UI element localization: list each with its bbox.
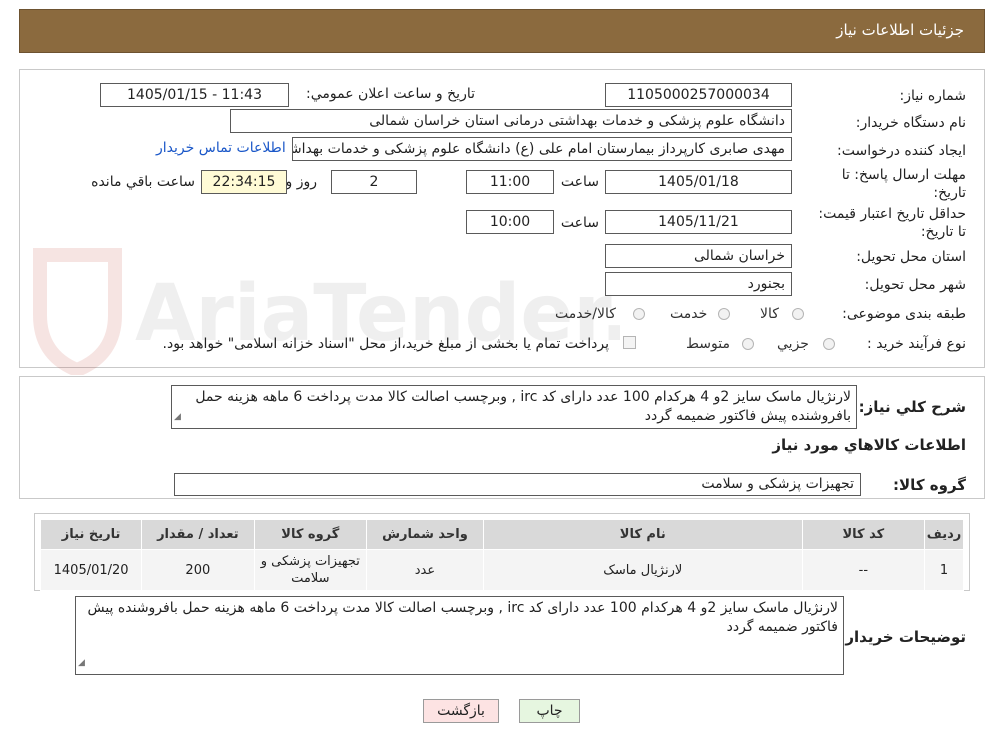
col-header-date: تاريخ نياز bbox=[39, 519, 143, 550]
treasury-payment-checkbox[interactable] bbox=[623, 336, 636, 349]
items-table: رديف کد کالا نام کالا واحد شمارش گروه کا… bbox=[39, 519, 964, 591]
category-radio-goods-service[interactable] bbox=[633, 308, 645, 320]
validity-time-field[interactable]: 10:00 bbox=[466, 210, 554, 234]
announce-label: تاریخ و ساعت اعلان عمومي: bbox=[306, 86, 475, 102]
summary-textarea[interactable]: لارنژیال ماسک سایز 2و 4 هرکدام 100 عدد د… bbox=[171, 385, 857, 429]
buyer-notes-textarea[interactable]: لارنژیال ماسک سایز 2و 4 هرکدام 100 عدد د… bbox=[75, 596, 844, 675]
process-option-medium: متوسط bbox=[686, 336, 730, 352]
resize-handle-icon[interactable]: ◢ bbox=[174, 408, 181, 427]
buyer-notes-label: توضيحات خريدار: bbox=[839, 628, 966, 646]
page-header: جزئیات اطلاعات نیاز bbox=[19, 9, 985, 53]
process-radio-minor[interactable] bbox=[823, 338, 835, 350]
buyer-notes-text: لارنژیال ماسک سایز 2و 4 هرکدام 100 عدد د… bbox=[87, 600, 838, 635]
creator-field[interactable]: مهدی صابری کارپرداز بیمارستان امام علی (… bbox=[292, 137, 792, 161]
buyer-org-field[interactable]: دانشگاه علوم پزشکی و خدمات بهداشتی درمان… bbox=[230, 109, 792, 133]
validity-time-label: ساعت bbox=[560, 215, 599, 231]
deadline-time-label: ساعت bbox=[560, 174, 599, 190]
cell-row-no: 1 bbox=[924, 549, 964, 591]
validity-label: حداقل تاريخ اعتبار قيمت: تا تاريخ: bbox=[818, 206, 966, 240]
category-option-goods-service: کالا/خدمت bbox=[555, 306, 616, 322]
cell-group: تجهیزات پزشکی و سلامت bbox=[253, 549, 368, 591]
col-header-group: گروه کالا bbox=[253, 519, 368, 550]
items-table-container: رديف کد کالا نام کالا واحد شمارش گروه کا… bbox=[34, 513, 970, 591]
category-option-goods: کالا bbox=[760, 306, 779, 322]
days-label: روز و bbox=[285, 174, 318, 190]
deadline-label: مهلت ارسال پاسخ: تا تاريخ: bbox=[841, 167, 966, 201]
cell-code: -- bbox=[801, 549, 926, 591]
process-radio-medium[interactable] bbox=[742, 338, 754, 350]
process-label: نوع فرآيند خريد : bbox=[867, 336, 966, 352]
summary-label: شرح کلي نياز: bbox=[858, 398, 966, 416]
col-header-unit: واحد شمارش bbox=[366, 519, 484, 550]
process-option-minor: جزيي bbox=[777, 336, 809, 352]
col-header-code: کد کالا bbox=[801, 519, 926, 550]
buyer-org-label: نام دستگاه خريدار: bbox=[855, 115, 966, 131]
contact-buyer-link[interactable]: اطلاعات تماس خريدار bbox=[156, 140, 286, 156]
col-header-row-no: رديف bbox=[924, 519, 964, 550]
city-field[interactable]: بجنورد bbox=[605, 272, 792, 296]
remaining-label: ساعت باقي مانده bbox=[91, 174, 195, 190]
goods-group-field[interactable]: تجهیزات پزشکی و سلامت bbox=[174, 473, 861, 496]
page-title: جزئیات اطلاعات نیاز bbox=[836, 21, 964, 39]
days-remaining-field[interactable]: 2 bbox=[331, 170, 417, 194]
back-button[interactable]: بازگشت bbox=[423, 699, 499, 723]
table-row[interactable]: 1 -- لارنژیال ماسک عدد تجهیزات پزشکی و س… bbox=[39, 549, 964, 591]
deadline-time-field[interactable]: 11:00 bbox=[466, 170, 554, 194]
table-header-row: رديف کد کالا نام کالا واحد شمارش گروه کا… bbox=[39, 519, 964, 550]
cell-name: لارنژیال ماسک bbox=[482, 549, 803, 591]
goods-section-title: اطلاعات کالاهاي مورد نياز bbox=[772, 436, 966, 454]
validity-date-field[interactable]: 1405/11/21 bbox=[605, 210, 792, 234]
summary-text: لارنژیال ماسک سایز 2و 4 هرکدام 100 عدد د… bbox=[195, 389, 851, 424]
remaining-time-field[interactable]: 22:34:15 bbox=[201, 170, 287, 194]
city-label: شهر محل تحويل: bbox=[864, 277, 966, 293]
payment-note: پرداخت تمام یا بخشی از مبلغ خرید،از محل … bbox=[162, 336, 609, 352]
category-radio-goods[interactable] bbox=[792, 308, 804, 320]
cell-qty: 200 bbox=[141, 549, 255, 591]
col-header-qty: تعداد / مقدار bbox=[141, 519, 255, 550]
goods-group-label: گروه کالا: bbox=[893, 476, 966, 494]
category-radio-service[interactable] bbox=[718, 308, 730, 320]
resize-handle-icon[interactable]: ◢ bbox=[78, 654, 85, 673]
creator-label: ايجاد کننده درخواست: bbox=[837, 143, 966, 159]
province-field[interactable]: خراسان شمالی bbox=[605, 244, 792, 268]
province-label: استان محل تحويل: bbox=[856, 249, 966, 265]
cell-unit: عدد bbox=[366, 549, 484, 591]
need-number-field[interactable]: 1105000257000034 bbox=[605, 83, 792, 107]
need-number-label: شماره نیاز: bbox=[899, 88, 967, 104]
category-label: طبقه بندی موضوعی: bbox=[842, 306, 966, 322]
print-button[interactable]: چاپ bbox=[519, 699, 580, 723]
announce-field[interactable]: 1405/01/15 - 11:43 bbox=[100, 83, 289, 107]
category-option-service: خدمت bbox=[670, 306, 708, 322]
col-header-name: نام کالا bbox=[482, 519, 803, 550]
deadline-date-field[interactable]: 1405/01/18 bbox=[605, 170, 792, 194]
cell-date: 1405/01/20 bbox=[39, 549, 143, 591]
